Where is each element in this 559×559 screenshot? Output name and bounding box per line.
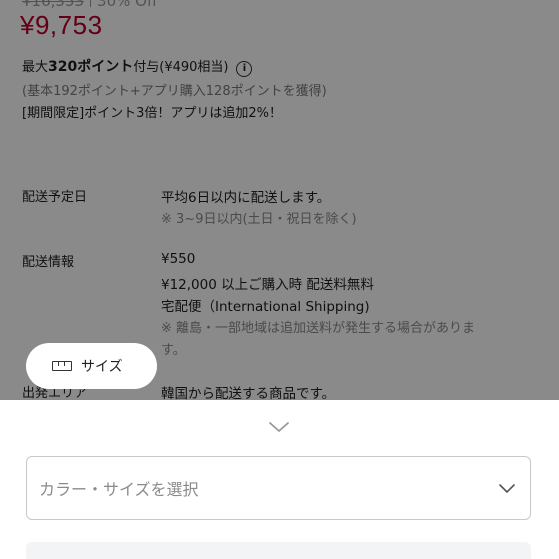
size-guide-button[interactable]: サイズ: [26, 343, 157, 389]
next-option-area: [26, 542, 531, 559]
chevron-down-icon[interactable]: [268, 420, 290, 434]
ruler-icon: [52, 361, 72, 371]
color-size-select[interactable]: カラー・サイズを選択: [26, 456, 531, 520]
option-bottom-sheet: カラー・サイズを選択: [0, 400, 559, 559]
product-page: ¥16,353 30% Off ¥9,753 最大320ポイント付与(¥490相当…: [0, 0, 559, 400]
dim-overlay[interactable]: [0, 0, 559, 400]
chevron-down-icon: [499, 484, 515, 493]
size-guide-label: サイズ: [81, 359, 123, 375]
select-placeholder: カラー・サイズを選択: [39, 480, 199, 499]
